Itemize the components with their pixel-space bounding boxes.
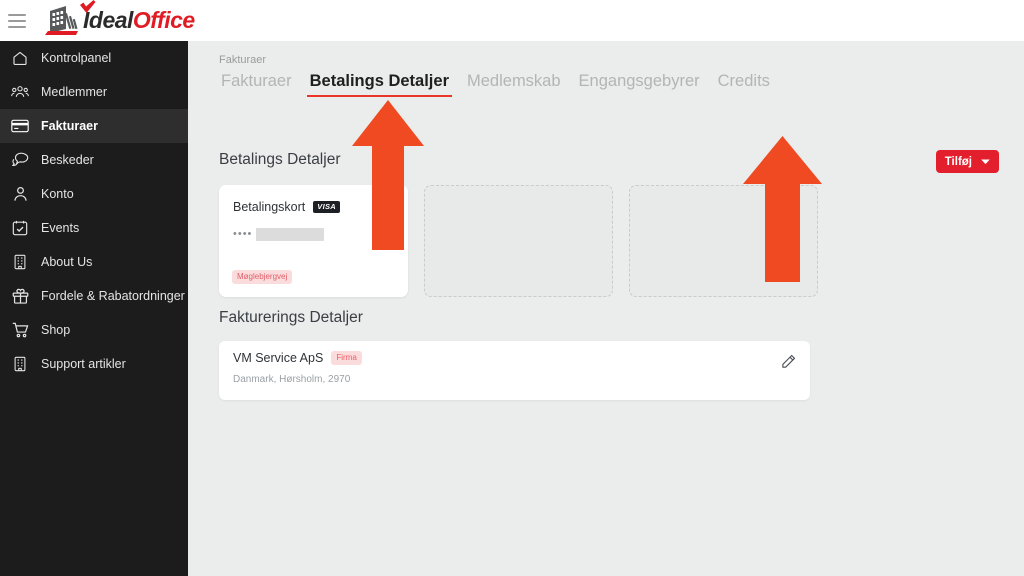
masked-dots: ••••	[233, 228, 253, 240]
sidebar-item-support-artikler[interactable]: Support artikler	[0, 347, 188, 381]
sidebar-item-label: Medlemmer	[41, 85, 107, 99]
users-icon	[9, 81, 31, 103]
payment-card[interactable]: Betalingskort VISA •••• Møglebjergvej	[219, 185, 408, 297]
hamburger-icon[interactable]	[8, 13, 26, 28]
tab-engangsgebyrer[interactable]: Engangsgebyrer	[576, 70, 703, 97]
sidebar-item-konto[interactable]: Konto	[0, 177, 188, 211]
sidebar-item-about-us[interactable]: About Us	[0, 245, 188, 279]
sidebar-item-label: Events	[41, 221, 80, 235]
tab-fakturaer[interactable]: Fakturaer	[218, 70, 295, 97]
main-content: Fakturaer Fakturaer Betalings Detaljer M…	[188, 41, 1024, 576]
sidebar: Kontrolpanel Medlemmer Fakturaer Beskede…	[0, 41, 188, 576]
billing-section-title: Fakturerings Detaljer	[219, 309, 363, 326]
sidebar-item-label: Fakturaer	[41, 119, 98, 133]
top-bar: Ideal Office	[0, 0, 1024, 41]
location-tag: Møglebjergvej	[232, 270, 293, 284]
payment-card-title: Betalingskort	[233, 200, 306, 214]
app-root: Ideal Office Kontrolpanel Medlemmer Fakt…	[0, 0, 1024, 576]
sidebar-item-shop[interactable]: Shop	[0, 313, 188, 347]
sidebar-item-fakturaer[interactable]: Fakturaer	[0, 109, 188, 143]
check-icon	[80, 0, 96, 13]
building-logo-icon	[45, 5, 78, 35]
redacted-block	[256, 228, 325, 241]
billing-company-name: VM Service ApS	[233, 351, 324, 365]
add-button-label: Tilføj	[944, 155, 972, 168]
billing-address: Danmark, Hørsholm, 2970	[233, 374, 351, 385]
billing-entry-row[interactable]: VM Service ApS Firma Danmark, Hørsholm, …	[219, 341, 810, 400]
calendar-check-icon	[9, 217, 31, 239]
chat-icon	[9, 149, 31, 171]
visa-badge-icon: VISA	[313, 201, 340, 213]
sidebar-item-label: Beskeder	[41, 153, 94, 167]
cart-icon	[9, 319, 31, 341]
person-icon	[9, 183, 31, 205]
building-icon	[9, 353, 31, 375]
tab-bar: Fakturaer Betalings Detaljer Medlemskab …	[218, 70, 773, 97]
pencil-icon[interactable]	[781, 354, 796, 369]
sidebar-item-label: Support artikler	[41, 357, 126, 371]
logo-text-office: Office	[132, 7, 195, 33]
billing-entry-info: VM Service ApS Firma Danmark, Hørsholm, …	[233, 351, 362, 385]
sidebar-item-events[interactable]: Events	[0, 211, 188, 245]
sidebar-item-label: Konto	[41, 187, 74, 201]
tab-betalings-detaljer[interactable]: Betalings Detaljer	[306, 70, 453, 97]
tab-credits[interactable]: Credits	[715, 70, 773, 97]
app-logo[interactable]: Ideal Office	[42, 0, 195, 38]
masked-card-number: ••••	[233, 228, 394, 241]
breadcrumb: Fakturaer	[219, 54, 267, 66]
sidebar-item-medlemmer[interactable]: Medlemmer	[0, 75, 188, 109]
company-type-badge: Firma	[331, 351, 362, 365]
gift-icon	[9, 285, 31, 307]
sidebar-item-label: Kontrolpanel	[41, 51, 112, 65]
sidebar-item-label: Fordele & Rabatordninger	[41, 289, 185, 303]
credit-card-icon	[9, 115, 31, 137]
payment-section-title: Betalings Detaljer	[219, 151, 341, 168]
payment-card-placeholder[interactable]	[629, 185, 818, 297]
sidebar-item-label: Shop	[41, 323, 71, 337]
chevron-down-icon	[981, 159, 990, 164]
sidebar-item-fordele-rabatordninger[interactable]: Fordele & Rabatordninger	[0, 279, 188, 313]
payment-card-header: Betalingskort VISA	[233, 200, 394, 214]
add-button[interactable]: Tilføj	[935, 150, 999, 173]
payment-card-placeholder[interactable]	[424, 185, 613, 297]
home-icon	[9, 47, 31, 69]
sidebar-item-label: About Us	[41, 255, 93, 269]
tab-medlemskab[interactable]: Medlemskab	[464, 70, 564, 97]
logo-wordmark: Ideal Office	[80, 0, 195, 33]
building-icon	[9, 251, 31, 273]
sidebar-item-beskeder[interactable]: Beskeder	[0, 143, 188, 177]
payment-cards-row: Betalingskort VISA •••• Møglebjergvej	[219, 185, 818, 297]
sidebar-item-kontrolpanel[interactable]: Kontrolpanel	[0, 41, 188, 75]
billing-name-row: VM Service ApS Firma	[233, 351, 362, 365]
